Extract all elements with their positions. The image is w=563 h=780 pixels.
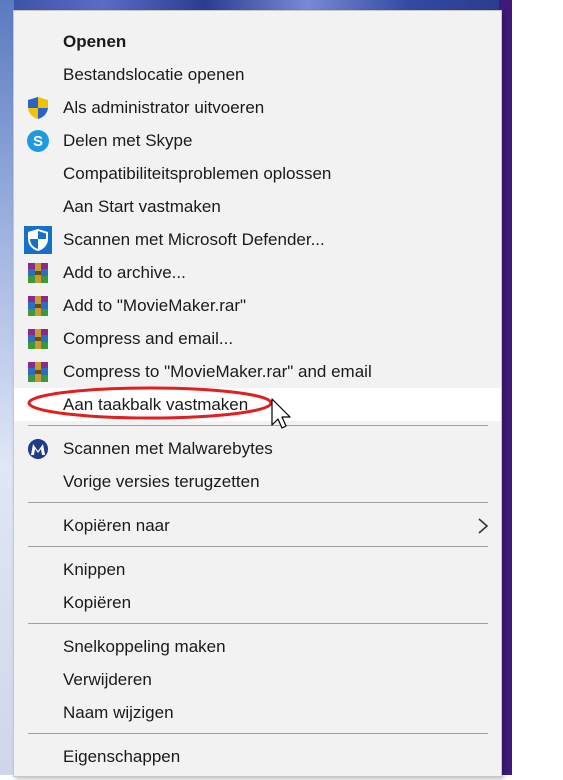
- menu-item-label: Add to archive...: [63, 262, 186, 282]
- menu-item-label: Kopiëren naar: [63, 515, 170, 535]
- winrar-icon: [28, 263, 48, 283]
- menu-item-label: Eigenschappen: [63, 746, 181, 766]
- mouse-pointer-icon: [271, 398, 291, 429]
- menu-item-label: Compatibiliteitsproblemen oplossen: [63, 163, 332, 183]
- defender-shield-icon: [24, 226, 52, 254]
- menu-item-eigenschappen[interactable]: Eigenschappen: [14, 740, 501, 773]
- menu-item-kopieren-naar[interactable]: Kopiëren naar: [14, 509, 501, 542]
- winrar-icon: [28, 362, 48, 382]
- menu-item-als-administrator-uitvoeren[interactable]: Als administrator uitvoeren: [14, 91, 501, 124]
- menu-item-add-to-moviemaker-rar[interactable]: Add to "MovieMaker.rar": [14, 289, 501, 322]
- red-highlight-ellipse: [27, 386, 273, 420]
- menu-separator: [28, 623, 488, 624]
- menu-item-label: Add to "MovieMaker.rar": [63, 295, 247, 315]
- menu-item-kopieren[interactable]: Kopiëren: [14, 586, 501, 619]
- menu-item-knippen[interactable]: Knippen: [14, 553, 501, 586]
- winrar-icon: [28, 329, 48, 349]
- menu-item-compress-and-email[interactable]: Compress and email...: [14, 322, 501, 355]
- svg-text:S: S: [33, 133, 43, 150]
- menu-item-openen[interactable]: Openen: [14, 25, 501, 58]
- desktop-background-left: [0, 0, 14, 775]
- menu-item-label: Vorige versies terugzetten: [63, 471, 260, 491]
- menu-item-label: Als administrator uitvoeren: [63, 97, 265, 117]
- menu-item-add-to-archive[interactable]: Add to archive...: [14, 256, 501, 289]
- uac-shield-icon: [28, 97, 48, 119]
- menu-separator: [28, 425, 488, 426]
- menu-item-label: Scannen met Microsoft Defender...: [63, 229, 325, 249]
- menu-separator: [28, 502, 488, 503]
- menu-item-label: Kopiëren: [63, 592, 132, 612]
- skype-icon: S: [27, 130, 49, 152]
- menu-item-label: Snelkoppeling maken: [63, 636, 226, 656]
- menu-item-bestandslocatie-openen[interactable]: Bestandslocatie openen: [14, 58, 501, 91]
- menu-item-label: Openen: [63, 31, 127, 51]
- menu-item-naam-wijzigen[interactable]: Naam wijzigen: [14, 696, 501, 729]
- menu-item-vorige-versies-terugzetten[interactable]: Vorige versies terugzetten: [14, 465, 501, 498]
- menu-separator: [28, 546, 488, 547]
- chevron-right-icon: [478, 518, 489, 534]
- menu-item-delen-met-skype[interactable]: S Delen met Skype: [14, 124, 501, 157]
- menu-item-scannen-met-malwarebytes[interactable]: Scannen met Malwarebytes: [14, 432, 501, 465]
- menu-item-verwijderen[interactable]: Verwijderen: [14, 663, 501, 696]
- winrar-icon: [28, 296, 48, 316]
- menu-item-label: Naam wijzigen: [63, 702, 174, 722]
- malwarebytes-icon: [28, 439, 48, 459]
- menu-item-scannen-met-defender[interactable]: Scannen met Microsoft Defender...: [14, 223, 501, 256]
- menu-item-snelkoppeling-maken[interactable]: Snelkoppeling maken: [14, 630, 501, 663]
- menu-item-aan-start-vastmaken[interactable]: Aan Start vastmaken: [14, 190, 501, 223]
- menu-separator: [28, 733, 488, 734]
- menu-item-compatibiliteitsproblemen-oplossen[interactable]: Compatibiliteitsproblemen oplossen: [14, 157, 501, 190]
- menu-item-label: Aan Start vastmaken: [63, 196, 221, 216]
- menu-item-label: Knippen: [63, 559, 126, 579]
- menu-item-label: Verwijderen: [63, 669, 152, 689]
- menu-item-label: Compress to "MovieMaker.rar" and email: [63, 361, 372, 381]
- menu-item-label: Bestandslocatie openen: [63, 64, 245, 84]
- menu-item-label: Scannen met Malwarebytes: [63, 438, 273, 458]
- menu-item-label: Compress and email...: [63, 328, 234, 348]
- menu-item-label: Delen met Skype: [63, 130, 193, 150]
